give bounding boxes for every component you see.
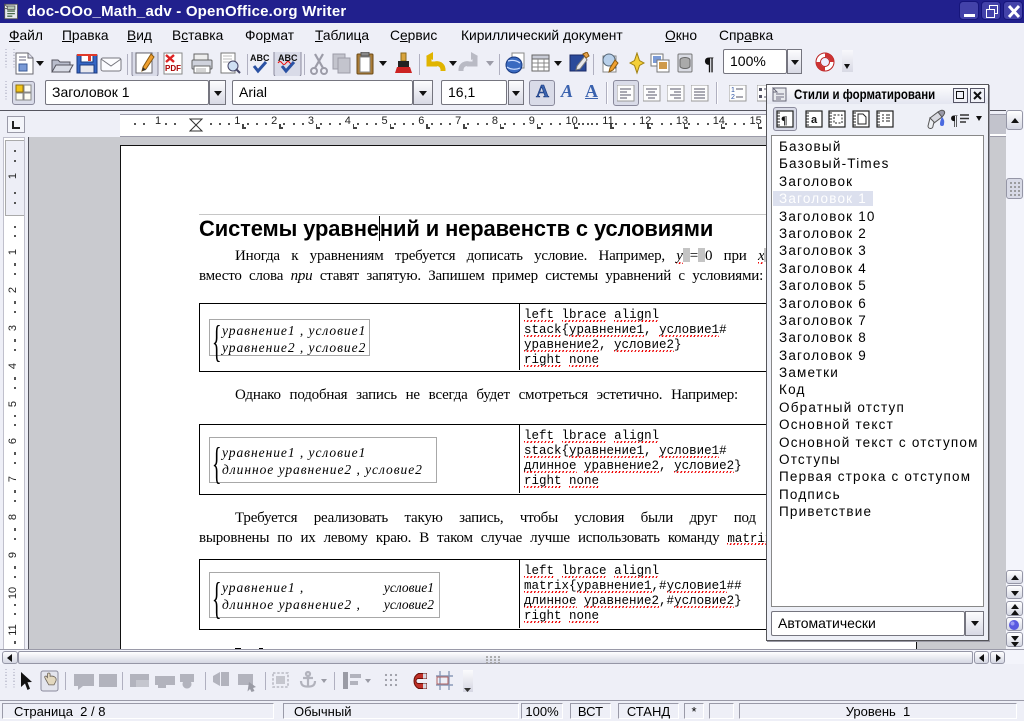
svg-text:¶: ¶ bbox=[951, 113, 958, 129]
svg-text:1: 1 bbox=[731, 87, 735, 94]
svg-text:ABC: ABC bbox=[250, 53, 270, 63]
svg-text:PDF: PDF bbox=[165, 64, 181, 73]
svg-text:¶: ¶ bbox=[781, 113, 787, 127]
svg-text:2: 2 bbox=[731, 94, 735, 101]
svg-text:¶: ¶ bbox=[704, 54, 714, 75]
svg-text:a: a bbox=[811, 114, 818, 126]
